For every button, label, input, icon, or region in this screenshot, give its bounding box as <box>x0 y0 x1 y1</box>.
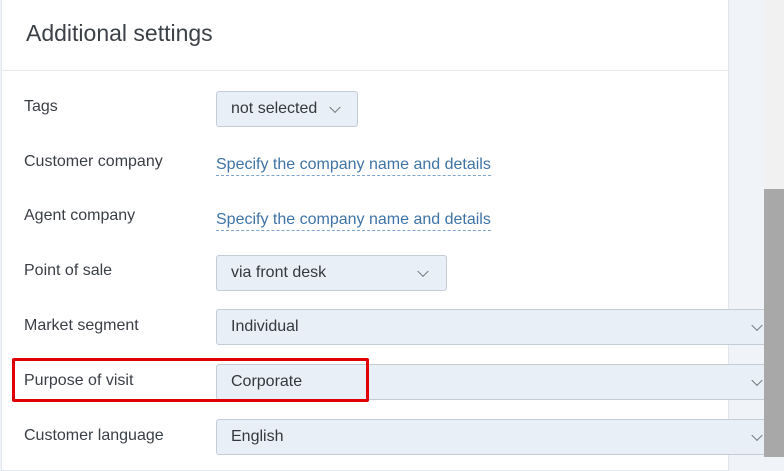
market-segment-value: Individual <box>231 318 299 335</box>
tags-label: Tags <box>24 98 58 115</box>
chevron-down-icon <box>329 101 341 114</box>
market-segment-select[interactable]: Individual <box>216 309 784 345</box>
customer-company-link[interactable]: Specify the company name and details <box>216 156 491 176</box>
point-of-sale-select[interactable]: via front desk <box>216 255 447 291</box>
tags-select-value: not selected <box>231 100 318 117</box>
chevron-down-icon <box>751 374 763 387</box>
chevron-down-icon <box>417 265 429 278</box>
customer-language-label: Customer language <box>24 427 164 444</box>
agent-company-link[interactable]: Specify the company name and details <box>216 211 491 231</box>
tags-select[interactable]: not selected <box>216 91 358 127</box>
scrollbar-thumb[interactable] <box>764 189 784 457</box>
panel-header: Additional settings <box>2 0 728 71</box>
purpose-of-visit-value: Corporate <box>231 373 303 390</box>
chevron-down-icon <box>751 319 763 332</box>
purpose-of-visit-label: Purpose of visit <box>24 372 134 389</box>
customer-language-select[interactable]: English <box>216 419 784 455</box>
point-of-sale-value: via front desk <box>231 264 327 281</box>
additional-settings-panel: Additional settings <box>1 0 729 471</box>
purpose-of-visit-select[interactable]: Corporate <box>216 364 784 400</box>
agent-company-label: Agent company <box>24 207 136 224</box>
customer-company-label: Customer company <box>24 153 163 170</box>
chevron-down-icon <box>751 429 763 442</box>
panel-title: Additional settings <box>26 20 213 46</box>
point-of-sale-label: Point of sale <box>24 262 113 279</box>
market-segment-label: Market segment <box>24 317 139 334</box>
customer-language-value: English <box>231 428 284 445</box>
